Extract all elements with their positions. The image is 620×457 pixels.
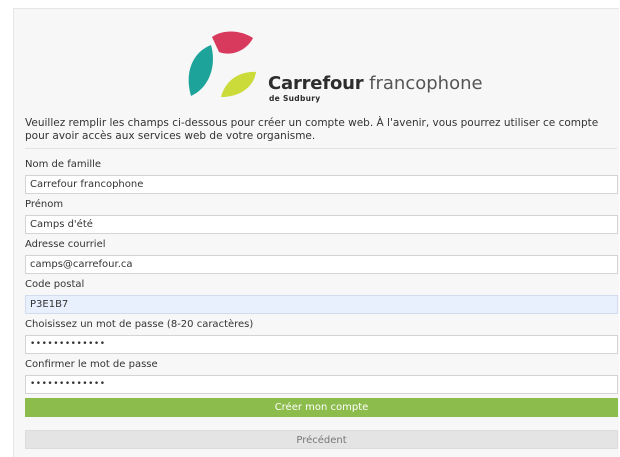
logo-lime-leaf [221,71,256,97]
last-name-group: Nom de famille Carrefour francophone [25,159,618,194]
logo-crimson-leaf [212,31,253,54]
password-input[interactable]: ••••••••••••• [25,335,618,354]
postal-code-input[interactable]: P3E1B7 [25,295,618,314]
postal-code-label: Code postal [25,279,85,290]
last-name-label: Nom de famille [25,159,102,170]
logo-mark-icon [188,31,256,97]
confirm-password-label: Confirmer le mot de passe [25,359,158,370]
first-name-label: Prénom [25,199,64,210]
password-label: Choisissez un mot de passe (8-20 caractè… [25,319,254,330]
confirm-password-group: Confirmer le mot de passe ••••••••••••• [25,359,618,394]
logo-teal-leaf [188,45,213,96]
email-label: Adresse courriel [25,239,106,250]
first-name-group: Prénom Camps d'été [25,199,618,234]
logo-name-bold: Carrefour [268,73,364,94]
logo-subtitle: de Sudbury [269,94,321,103]
first-name-input[interactable]: Camps d'été [25,215,618,234]
confirm-password-input[interactable]: ••••••••••••• [25,375,618,394]
email-group: Adresse courriel camps@carrefour.ca [25,239,618,274]
logo-name-light: francophone [369,73,483,94]
logo-name: Carrefour francophone [268,74,483,94]
postal-code-group: Code postal P3E1B7 [25,279,618,314]
password-group: Choisissez un mot de passe (8-20 caractè… [25,319,618,354]
intro-text: Veuillez remplir les champs ci-dessous p… [25,117,599,142]
previous-button[interactable]: Précédent [25,430,618,449]
create-account-button[interactable]: Créer mon compte [25,398,618,417]
divider [25,148,617,149]
organization-logo: Carrefour francophone de Sudbury [185,26,483,106]
email-input[interactable]: camps@carrefour.ca [25,255,618,274]
last-name-input[interactable]: Carrefour francophone [25,175,618,194]
